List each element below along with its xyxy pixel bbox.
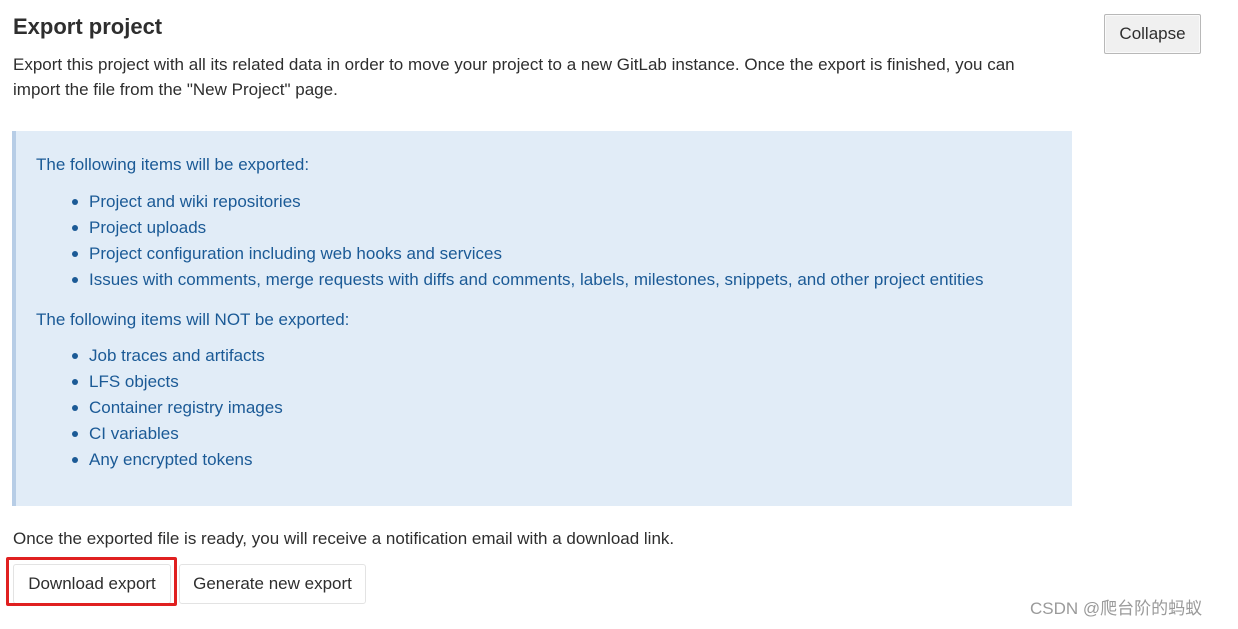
watermark: CSDN @爬台阶的蚂蚁 (1030, 599, 1203, 618)
list-item-label: Project and wiki repositories (89, 192, 301, 211)
list-item: CI variables (70, 421, 283, 447)
list-item: LFS objects (70, 369, 283, 395)
bullet-icon (72, 225, 78, 231)
list-item: Any encrypted tokens (70, 447, 283, 473)
list-item: Project and wiki repositories (70, 189, 984, 215)
list-item-label: LFS objects (89, 372, 179, 391)
export-info-panel: The following items will be exported: Pr… (12, 131, 1072, 506)
bullet-icon (72, 431, 78, 437)
bullet-icon (72, 405, 78, 411)
download-export-button[interactable]: Download export (13, 564, 171, 604)
bullet-icon (72, 457, 78, 463)
export-description: Export this project with all its related… (13, 55, 1015, 99)
bullet-icon (72, 353, 78, 359)
list-item: Job traces and artifacts (70, 343, 283, 369)
list-item-label: Any encrypted tokens (89, 450, 253, 469)
bullet-icon (72, 251, 78, 257)
generate-new-export-button[interactable]: Generate new export (179, 564, 366, 604)
list-item: Issues with comments, merge requests wit… (70, 267, 984, 293)
list-item-label: CI variables (89, 424, 179, 443)
bullet-icon (72, 379, 78, 385)
bullet-icon (72, 199, 78, 205)
excluded-items-heading: The following items will NOT be exported… (36, 310, 350, 329)
list-item-label: Project uploads (89, 218, 207, 237)
list-item: Project uploads (70, 215, 984, 241)
list-item: Project configuration including web hook… (70, 241, 984, 267)
list-item-label: Container registry images (89, 398, 283, 417)
list-item-label: Project configuration including web hook… (89, 244, 502, 263)
excluded-items-list: Job traces and artifacts LFS objects Con… (70, 343, 283, 473)
list-item-label: Job traces and artifacts (89, 346, 265, 365)
included-items-heading: The following items will be exported: (36, 155, 310, 174)
included-items-list: Project and wiki repositories Project up… (70, 189, 984, 293)
list-item: Container registry images (70, 395, 283, 421)
export-notice: Once the exported file is ready, you wil… (13, 529, 675, 548)
list-item-label: Issues with comments, merge requests wit… (89, 270, 984, 289)
collapse-button[interactable]: Collapse (1104, 14, 1201, 54)
bullet-icon (72, 277, 78, 283)
page-title: Export project (13, 14, 163, 39)
